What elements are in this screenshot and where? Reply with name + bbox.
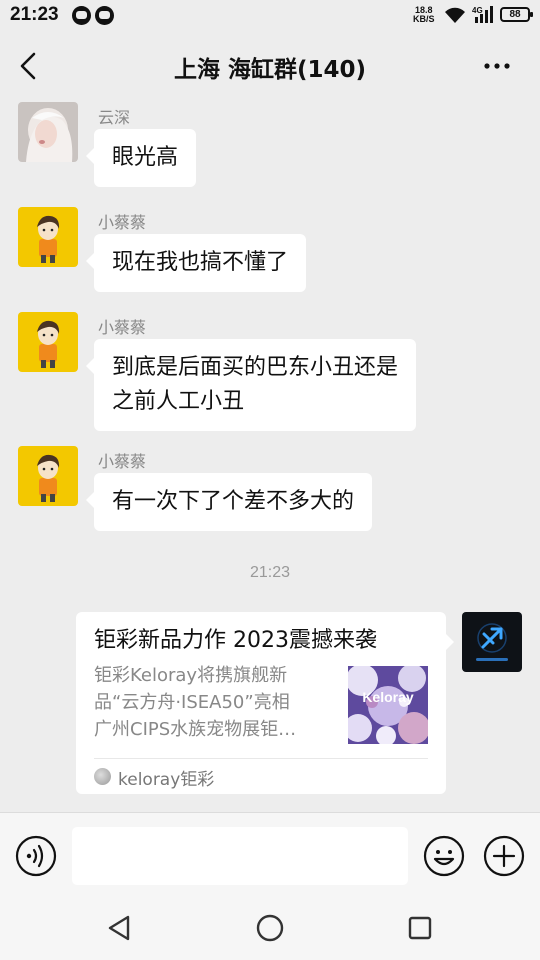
avatar-yunshen[interactable] [18,102,78,162]
message-timestamp: 21:23 [249,564,291,581]
nav-recent-apps-square-icon[interactable] [404,912,436,944]
nav-home-circle-icon[interactable] [254,912,286,944]
thumbnail-logo-text: Keloray [362,689,414,705]
more-functions-plus-icon[interactable] [483,835,525,877]
signal-icon: 4G [472,6,493,23]
sender-name: 小蔡蔡 [98,318,147,337]
card-desc-line: 钜彩Keloray将携旗舰新 [94,665,288,686]
avatar-self[interactable] [462,612,522,672]
emoji-icon[interactable] [423,835,465,877]
sender-name: 小蔡蔡 [98,213,147,232]
chat-message-list[interactable]: 云深 眼光高 小蔡蔡 现在我也搞不懂了 小蔡蔡 到底是后面买的巴东小丑还是 之前… [0,102,540,812]
sender-name: 云深 [98,108,131,127]
message-notification-icon [95,6,114,25]
status-time: 21:23 [10,4,59,25]
wifi-icon [445,7,465,23]
card-description: 钜彩Keloray将携旗舰新 品“云方舟·ISEA50”亮相 广州CIPS水族宠… [94,662,330,743]
card-desc-line: 品“云方舟·ISEA50”亮相 [94,692,290,713]
voice-input-icon[interactable] [15,835,57,877]
chat-header: 上海 海缸群(140) [0,32,540,102]
chat-title: 上海 海缸群(140) [173,57,367,83]
network-speed-unit: KB/S [413,14,435,24]
sender-name: 小蔡蔡 [98,452,147,471]
network-speed: 18.8 KB/S [413,6,435,24]
status-bar: 21:23 18.8 KB/S 4G 88 [0,0,540,32]
source-account-icon [94,768,111,785]
message-bubble[interactable]: 眼光高 [85,129,197,187]
avatar-xiaocaicai[interactable] [18,312,78,372]
message-bubble[interactable]: 到底是后面买的巴东小丑还是 之前人工小丑 [85,339,417,431]
message-text-input[interactable] [72,827,408,885]
card-divider [94,758,428,759]
battery-level: 88 [509,9,521,20]
battery-icon: 88 [500,7,533,22]
more-options-icon[interactable] [480,52,514,80]
message-bubble[interactable]: 有一次下了个差不多大的 [85,473,373,531]
message-bubble[interactable]: 现在我也搞不懂了 [85,234,307,292]
card-title: 钜彩新品力作 2023震撼来袭 [94,628,377,653]
app-notification-icon [72,6,91,25]
card-desc-line: 广州CIPS水族宠物展钜… [94,719,297,740]
avatar-xiaocaicai[interactable] [18,207,78,267]
card-thumbnail: Keloray [348,666,428,744]
signal-label: 4G [472,6,483,15]
nav-back-triangle-icon[interactable] [104,912,136,944]
system-navigation-bar [0,898,540,960]
shared-article-card[interactable]: 钜彩新品力作 2023震撼来袭 钜彩Keloray将携旗舰新 品“云方舟·ISE… [76,612,454,794]
message-line: 之前人工小丑 [112,389,245,414]
message-input-bar [0,812,540,898]
message-line: 到底是后面买的巴东小丑还是 [112,355,399,380]
avatar-xiaocaicai[interactable] [18,446,78,506]
card-source: keloray钜彩 [118,770,215,790]
